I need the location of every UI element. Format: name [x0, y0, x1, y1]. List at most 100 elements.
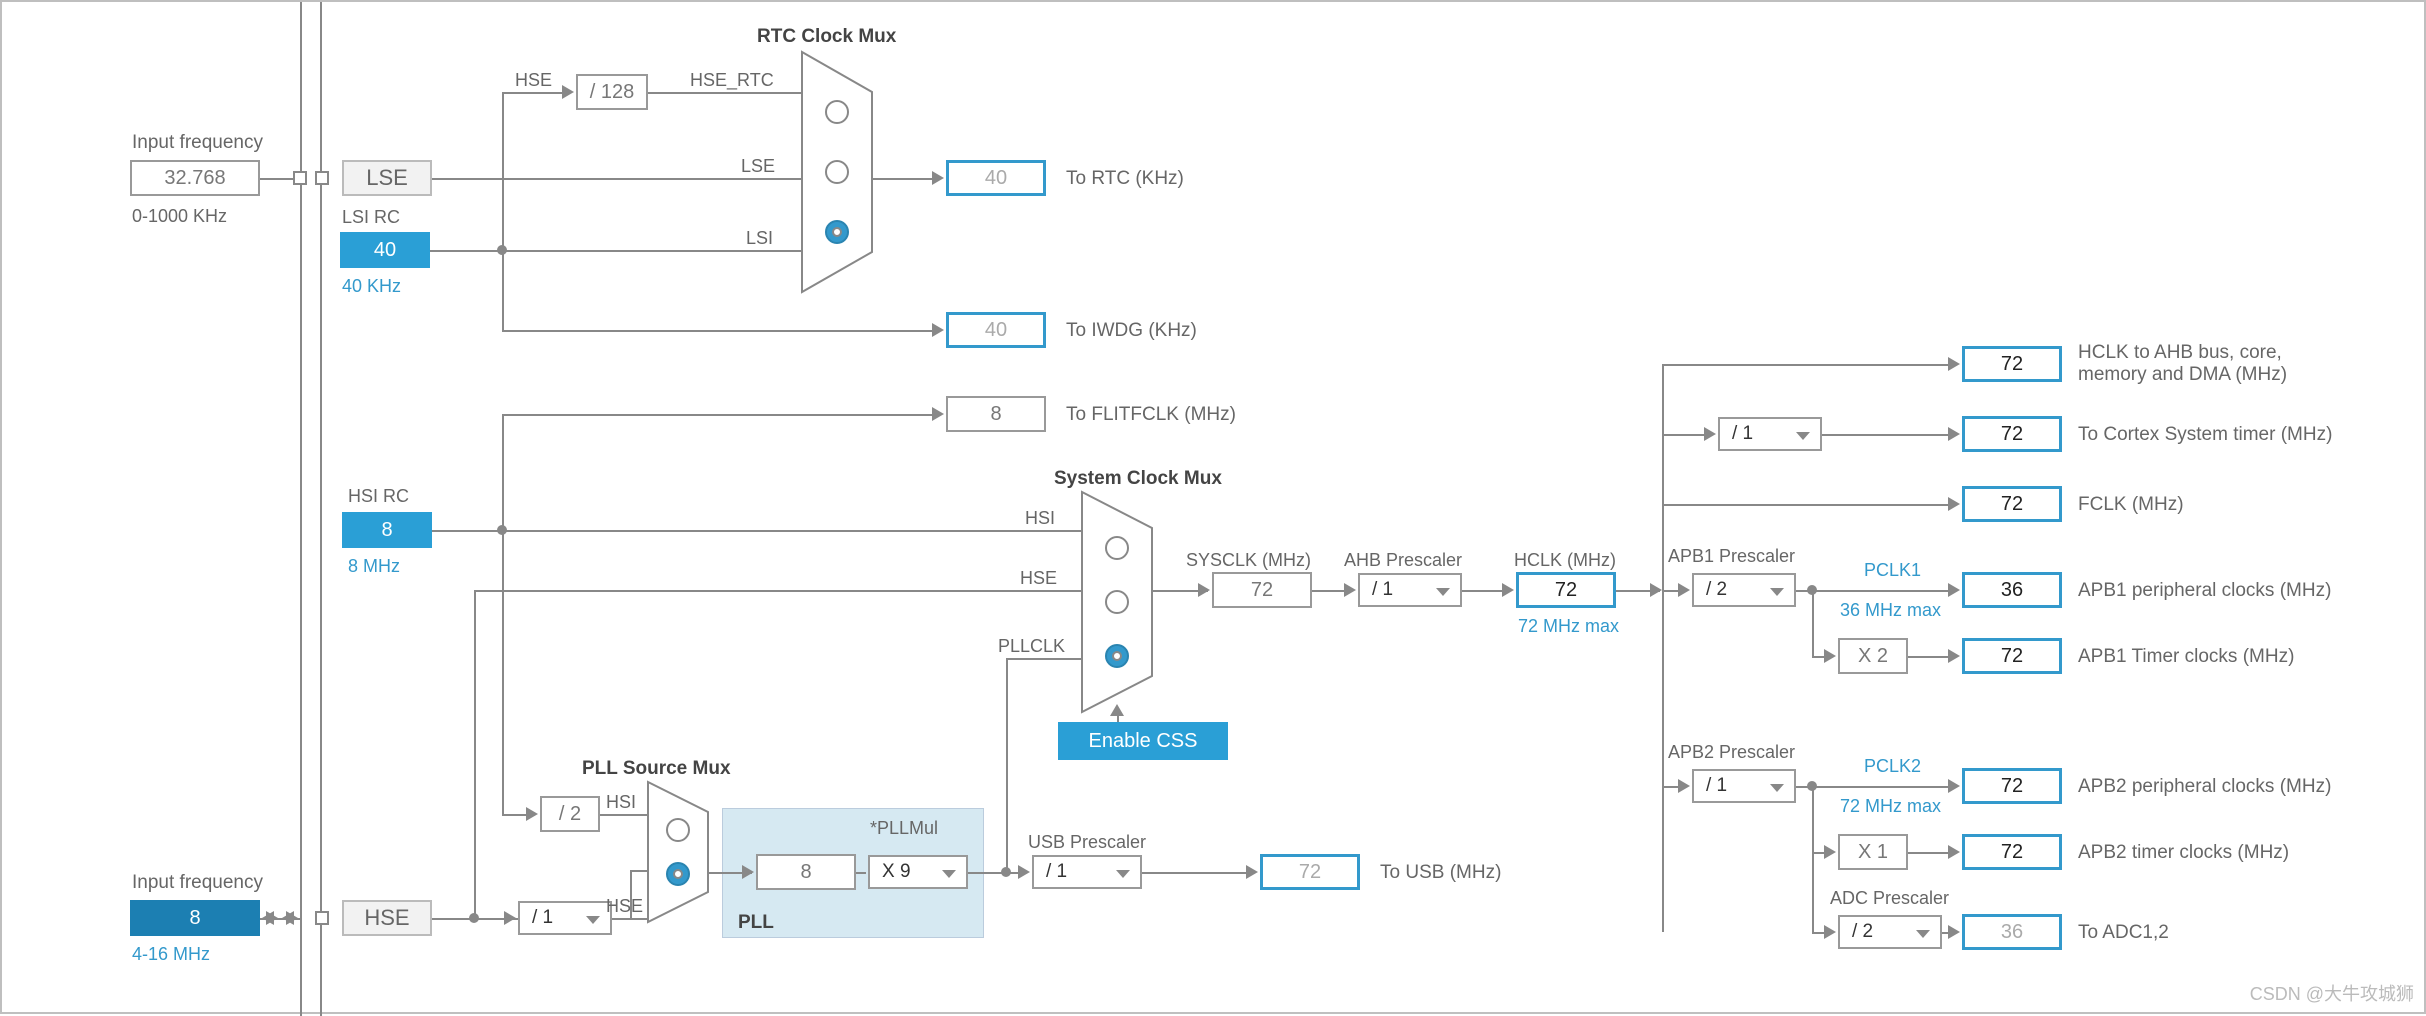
arrow-icon [932, 407, 944, 421]
enable-css-button[interactable]: Enable CSS [1058, 722, 1228, 760]
usb-prescaler-select[interactable]: / 1 [1032, 855, 1142, 889]
to-flitfclk-label: To FLITFCLK (MHz) [1066, 404, 1236, 426]
apb2-multiplier: X 1 [1838, 834, 1908, 870]
apb2-timer-label: APB2 timer clocks (MHz) [2078, 842, 2289, 864]
hsi-div2-box: / 2 [540, 796, 600, 832]
value-text: / 2 [1706, 579, 1727, 601]
wire [630, 870, 648, 872]
apb1-timer-output: 72 [1962, 638, 2062, 674]
pll-multiplier-select[interactable]: X 9 [868, 855, 968, 889]
value-text: Enable CSS [1089, 730, 1198, 753]
arrow-icon [1948, 427, 1960, 441]
arrow-icon [1948, 779, 1960, 793]
system-mux-title: System Clock Mux [1054, 468, 1222, 490]
wire [1662, 364, 1664, 932]
wire [502, 414, 504, 814]
wire [1796, 786, 1956, 788]
value-text: 72 [2001, 423, 2023, 446]
hclk-label: HCLK (MHz) [1514, 550, 1616, 571]
value-text: 72 [1299, 861, 1321, 884]
hse-frequency-input[interactable]: 8 [130, 900, 260, 936]
arrow-icon [1824, 925, 1836, 939]
value-text: / 1 [532, 907, 553, 929]
arrow-icon [1198, 583, 1210, 597]
value-text: 40 [374, 239, 396, 262]
rtc-output: 40 [946, 160, 1046, 196]
sysclk-label: SYSCLK (MHz) [1186, 550, 1311, 571]
hse-prescaler-select[interactable]: / 1 [518, 901, 612, 935]
value-text: 72 [2001, 775, 2023, 798]
pll-mux-title: PLL Source Mux [582, 758, 731, 780]
input-frequency-label: Input frequency [132, 132, 263, 154]
wire [474, 590, 476, 918]
pclk2-label: PCLK2 [1864, 756, 1921, 777]
value-text: 72 [2001, 841, 2023, 864]
pclk2-max-label: 72 MHz max [1840, 796, 1941, 817]
to-adc-label: To ADC1,2 [2078, 922, 2169, 944]
system-clock-mux[interactable] [1082, 492, 1152, 712]
arrow-icon [504, 911, 516, 925]
value-text: X 9 [882, 861, 911, 883]
value-text: / 2 [559, 803, 581, 826]
lse-block[interactable]: LSE [342, 160, 432, 196]
adc-prescaler-select[interactable]: / 2 [1838, 915, 1942, 949]
arrow-icon [742, 865, 754, 879]
wire [612, 918, 648, 920]
wire [474, 590, 1082, 592]
wire [648, 92, 802, 94]
arrow-icon [1948, 357, 1960, 371]
value-text: 8 [381, 519, 392, 542]
apb2-peripheral-label: APB2 peripheral clocks (MHz) [2078, 776, 2331, 798]
arrow-icon [1018, 865, 1030, 879]
connector [293, 171, 307, 185]
wire [432, 530, 1082, 532]
value-text: 72 [2001, 493, 2023, 516]
wire [502, 92, 504, 250]
usb-prescaler-label: USB Prescaler [1028, 832, 1146, 853]
signal-hsi2-label: HSI [606, 792, 636, 813]
fclk-output: 72 [1962, 486, 2062, 522]
apb1-peripheral-label: APB1 peripheral clocks (MHz) [2078, 580, 2331, 602]
flitfclk-output: 8 [946, 396, 1046, 432]
cortex-prescaler-select[interactable]: / 1 [1718, 417, 1822, 451]
hclk-value[interactable]: 72 [1516, 572, 1616, 608]
hsi-sub-label: 8 MHz [348, 556, 400, 577]
lse-frequency-input[interactable]: 32.768 [130, 160, 260, 196]
lsi-block: 40 [340, 232, 430, 268]
value-text: HSE [364, 905, 409, 931]
hse-div128-box: / 128 [576, 74, 648, 110]
ahb-prescaler-select[interactable]: / 1 [1358, 573, 1462, 607]
arrow-icon [526, 807, 538, 821]
value-text: / 128 [590, 81, 634, 104]
hse-block[interactable]: HSE [342, 900, 432, 936]
value-text: 40 [985, 319, 1007, 342]
signal-hse-label: HSE [515, 70, 552, 91]
arrow-icon [1110, 704, 1124, 716]
value-text: X 1 [1858, 841, 1888, 864]
wire [1006, 658, 1082, 660]
value-text: 36 [2001, 921, 2023, 944]
connector [315, 171, 329, 185]
apb2-prescaler-select[interactable]: / 1 [1692, 769, 1796, 803]
arrow-icon [282, 911, 294, 925]
to-iwdg-label: To IWDG (KHz) [1066, 320, 1197, 342]
apb2-timer-output: 72 [1962, 834, 2062, 870]
wire [1006, 658, 1008, 872]
rtc-clock-mux[interactable] [802, 52, 872, 292]
apb1-peripheral-output: 36 [1962, 572, 2062, 608]
apb1-prescaler-select[interactable]: / 2 [1692, 573, 1796, 607]
lsi-sub-label: 40 KHz [342, 276, 401, 297]
arrow-icon [1344, 583, 1356, 597]
pll-source-mux[interactable] [648, 782, 708, 922]
arrow-icon [1246, 865, 1258, 879]
arrow-icon [1824, 845, 1836, 859]
connector [315, 911, 329, 925]
watermark: CSDN @大牛攻城狮 [2250, 980, 2414, 1006]
ahb-prescaler-label: AHB Prescaler [1344, 550, 1462, 571]
arrow-icon [1824, 649, 1836, 663]
pll-input-value: 8 [756, 854, 856, 890]
sysclk-value: 72 [1212, 572, 1312, 608]
to-rtc-label: To RTC (KHz) [1066, 168, 1184, 190]
value-text: 72 [1555, 579, 1577, 602]
arrow-icon [1502, 583, 1514, 597]
